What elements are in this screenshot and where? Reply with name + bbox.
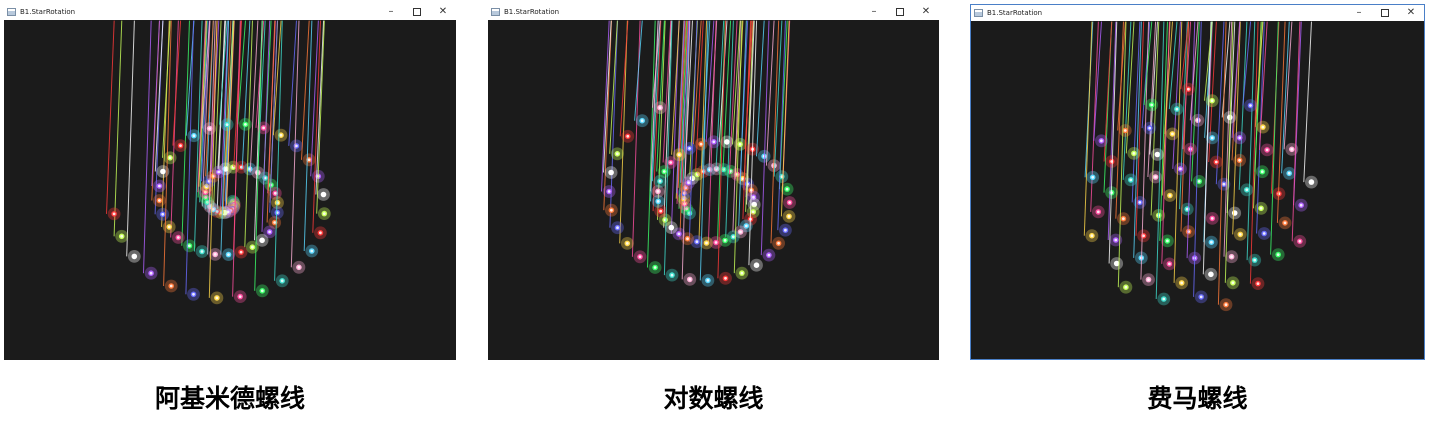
star-particle — [779, 20, 794, 196]
title-bar[interactable]: B1.StarRotation – ✕ — [4, 4, 456, 20]
caption-fermat: 费马螺线 — [1147, 384, 1248, 413]
maximize-icon — [413, 8, 421, 16]
maximize-button[interactable] — [887, 4, 913, 20]
title-bar[interactable]: B1.StarRotation – ✕ — [488, 4, 939, 20]
title-bar[interactable]: B1.StarRotation – ✕ — [971, 5, 1424, 21]
star-particle — [1291, 21, 1307, 248]
caption-archimedean: 阿基米德螺线 — [154, 384, 305, 413]
star-particle — [1303, 21, 1318, 189]
star-particle — [172, 20, 187, 152]
window-title: B1.StarRotation — [987, 9, 1043, 17]
star-particle — [1125, 21, 1141, 160]
caption-logarithmic: 对数螺线 — [663, 384, 764, 413]
app-icon — [491, 8, 500, 16]
app-icon — [7, 8, 16, 16]
window-title: B1.StarRotation — [504, 8, 560, 16]
minimize-button[interactable]: – — [1346, 5, 1372, 21]
render-canvas — [971, 21, 1424, 359]
render-canvas — [4, 20, 456, 360]
star-particle — [760, 20, 776, 262]
close-button[interactable]: ✕ — [430, 4, 456, 20]
maximize-button[interactable] — [1372, 5, 1398, 21]
window-fermat[interactable]: B1.StarRotation – ✕ — [970, 4, 1425, 360]
window-logarithmic[interactable]: B1.StarRotation – ✕ — [488, 4, 939, 360]
star-spiral-svg — [1083, 21, 1318, 312]
star-particle — [1189, 21, 1205, 127]
star-particle — [274, 20, 289, 288]
star-spiral-svg — [601, 20, 796, 287]
star-particle — [1090, 21, 1105, 219]
close-button[interactable]: ✕ — [1398, 5, 1424, 21]
close-button[interactable]: ✕ — [913, 4, 939, 20]
window-archimedean[interactable]: B1.StarRotation – ✕ — [4, 4, 456, 360]
render-canvas — [488, 20, 939, 360]
minimize-button[interactable]: – — [861, 4, 887, 20]
star-particle — [609, 20, 624, 235]
star-particle — [143, 20, 158, 280]
window-title: B1.StarRotation — [20, 8, 76, 16]
maximize-icon — [1381, 9, 1389, 17]
minimize-button[interactable]: – — [378, 4, 404, 20]
app-icon — [974, 9, 983, 17]
maximize-icon — [896, 8, 904, 16]
star-particle — [126, 20, 141, 263]
star-particle — [1204, 21, 1219, 225]
maximize-button[interactable] — [404, 4, 430, 20]
star-particle — [301, 20, 316, 167]
star-particle — [1249, 21, 1265, 290]
star-particle — [254, 20, 269, 298]
star-spiral-svg — [106, 20, 331, 305]
